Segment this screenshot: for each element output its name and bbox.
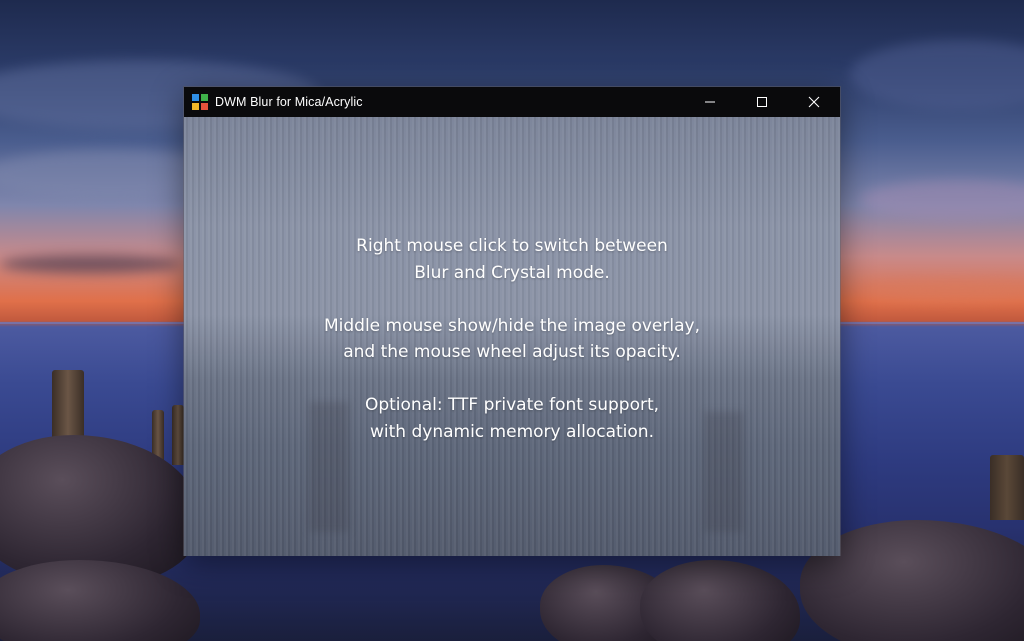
minimize-button[interactable]: [684, 87, 736, 117]
close-button[interactable]: [788, 87, 840, 117]
instruction-paragraph: Middle mouse show/hide the image overlay…: [184, 313, 840, 366]
maximize-icon: [757, 97, 767, 107]
wallpaper-cloud: [860, 180, 1024, 220]
instruction-line: Blur and Crystal mode.: [414, 262, 610, 283]
instruction-paragraph: Optional: TTF private font support, with…: [184, 392, 840, 445]
close-icon: [808, 96, 820, 108]
app-window: DWM Blur for Mica/Acrylic Right mouse cl…: [183, 86, 841, 556]
wallpaper-cloud: [850, 40, 1024, 110]
wallpaper-post: [990, 455, 1024, 520]
maximize-button[interactable]: [736, 87, 788, 117]
desktop-wallpaper: DWM Blur for Mica/Acrylic Right mouse cl…: [0, 0, 1024, 641]
windows-tiles-icon: [192, 94, 208, 110]
wallpaper-cloud: [860, 280, 1024, 302]
instruction-line: with dynamic memory allocation.: [370, 421, 654, 442]
wallpaper-rock: [0, 560, 200, 641]
instruction-paragraph: Right mouse click to switch between Blur…: [184, 233, 840, 286]
instruction-line: Middle mouse show/hide the image overlay…: [323, 315, 700, 336]
instruction-line: and the mouse wheel adjust its opacity.: [343, 342, 681, 362]
wallpaper-cloud: [0, 255, 180, 273]
minimize-icon: [705, 101, 715, 103]
wallpaper-rock: [640, 560, 800, 641]
instruction-line: Right mouse click to switch between: [356, 236, 668, 256]
instructions-text: Right mouse click to switch between Blur…: [184, 233, 840, 472]
window-title: DWM Blur for Mica/Acrylic: [215, 95, 363, 109]
instruction-line: Optional: TTF private font support,: [364, 395, 660, 415]
blur-client-area[interactable]: Right mouse click to switch between Blur…: [184, 117, 840, 556]
title-bar[interactable]: DWM Blur for Mica/Acrylic: [184, 87, 840, 117]
